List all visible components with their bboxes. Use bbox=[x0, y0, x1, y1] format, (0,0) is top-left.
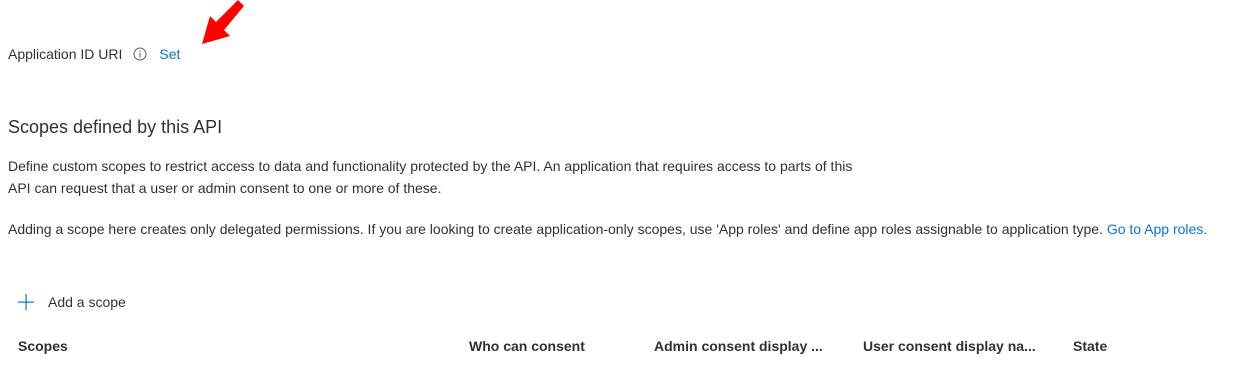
application-id-uri-label: Application ID URI bbox=[8, 46, 123, 62]
scopes-table-header: Scopes Who can consent Admin consent dis… bbox=[0, 334, 1241, 358]
delegated-permissions-note-text: Adding a scope here creates only delegat… bbox=[8, 221, 1103, 237]
set-application-id-uri-link[interactable]: Set bbox=[159, 46, 180, 62]
info-circle-icon[interactable] bbox=[133, 47, 147, 61]
scopes-section-title: Scopes defined by this API bbox=[8, 117, 223, 137]
column-header-scopes[interactable]: Scopes bbox=[18, 334, 68, 358]
add-scope-label: Add a scope bbox=[48, 294, 126, 310]
go-to-app-roles-link[interactable]: Go to App roles. bbox=[1107, 221, 1207, 237]
add-scope-button[interactable]: Add a scope bbox=[16, 290, 126, 314]
application-id-uri-row: Application ID URI Set bbox=[8, 44, 180, 64]
red-arrow-icon bbox=[196, 0, 248, 48]
scopes-description: Define custom scopes to restrict access … bbox=[8, 155, 998, 199]
column-header-who-can-consent[interactable]: Who can consent bbox=[469, 334, 585, 358]
column-header-state[interactable]: State bbox=[1073, 334, 1107, 358]
scopes-description-line-1: Define custom scopes to restrict access … bbox=[8, 158, 853, 174]
column-header-admin-consent-display-name[interactable]: Admin consent display ... bbox=[654, 334, 823, 358]
column-header-user-consent-display-name[interactable]: User consent display na... bbox=[863, 334, 1036, 358]
delegated-permissions-note: Adding a scope here creates only delegat… bbox=[8, 218, 1238, 240]
scopes-description-line-2: API can request that a user or admin con… bbox=[8, 180, 442, 196]
plus-icon bbox=[16, 292, 36, 312]
